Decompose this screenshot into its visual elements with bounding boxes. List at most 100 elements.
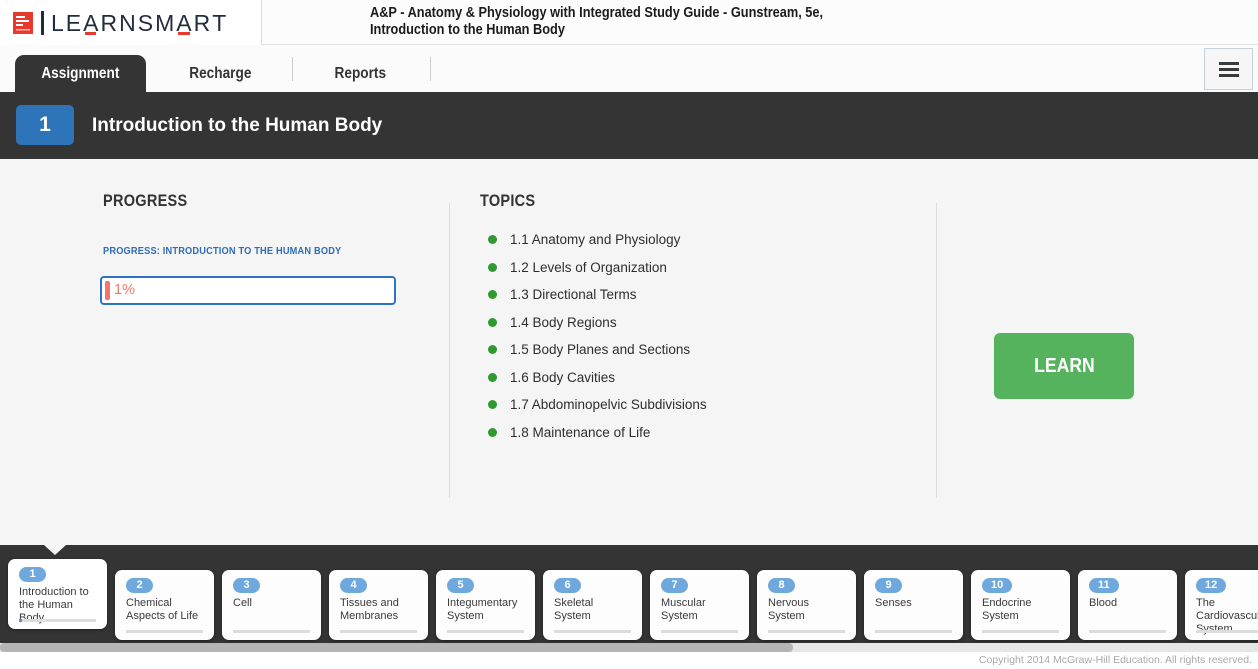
chapter-card-title: Endocrine System — [982, 597, 1059, 623]
carousel-scrollbar-thumb[interactable] — [0, 643, 793, 652]
tab-recharge-label: Recharge — [189, 55, 251, 92]
tab-reports[interactable]: Reports — [305, 55, 415, 92]
chapter-card-progress-bar — [19, 619, 96, 622]
chapter-card-1[interactable]: 1Introduction to the Human Body — [8, 559, 107, 629]
chapter-card-5[interactable]: 5Integumentary System — [436, 570, 535, 640]
hamburger-icon — [1219, 62, 1239, 65]
tab-recharge[interactable]: Recharge — [165, 55, 275, 92]
chapter-card-3[interactable]: 3 Cell — [222, 570, 321, 640]
app-header: LEARNSMART A&P - Anatomy & Physiology wi… — [0, 0, 1258, 45]
topic-item: 1.1 Anatomy and Physiology — [488, 226, 707, 254]
chapter-card-progress-bar — [233, 630, 310, 633]
column-divider — [449, 203, 450, 498]
chapter-card-9[interactable]: 9 Senses — [864, 570, 963, 640]
tab-bar: Assignment Recharge Reports — [0, 45, 1258, 92]
course-title: A&P - Anatomy & Physiology with Integrat… — [370, 5, 823, 39]
chapter-card-title: Integumentary System — [447, 597, 524, 623]
mcgraw-hill-logo-icon — [13, 12, 33, 34]
tab-reports-label: Reports — [334, 55, 386, 92]
chapter-card-7[interactable]: 7Muscular System — [650, 570, 749, 640]
chapter-card-number-badge: 4 — [340, 578, 367, 593]
chapter-card-progress-bar — [1089, 630, 1166, 633]
topic-item: 1.8 Maintenance of Life — [488, 419, 707, 447]
chapter-card-8[interactable]: 8Nervous System — [757, 570, 856, 640]
chapter-card-title: Blood — [1089, 597, 1166, 610]
logo-letter: R — [194, 11, 213, 35]
chapter-card-6[interactable]: 6Skeletal System — [543, 570, 642, 640]
logo-letter: T — [212, 11, 228, 35]
active-chapter-pointer — [44, 545, 66, 555]
topic-item: 1.4 Body Regions — [488, 309, 707, 337]
topic-item: 1.6 Body Cavities — [488, 364, 707, 392]
tab-assignment[interactable]: Assignment — [15, 55, 146, 92]
topic-bullet-icon — [488, 235, 497, 244]
chapter-card-title: Cell — [233, 597, 310, 610]
topics-section-heading: TOPICS — [480, 192, 535, 211]
chapter-card-title: Tissues and Membranes — [340, 597, 417, 623]
chapter-card-number-badge: 1 — [19, 567, 46, 582]
chapter-card-number-badge: 9 — [875, 578, 902, 593]
chapter-card-progress-bar — [982, 630, 1059, 633]
chapter-card-4[interactable]: 4 Tissues and Membranes — [329, 570, 428, 640]
hamburger-menu-button[interactable] — [1204, 48, 1253, 90]
topic-bullet-icon — [488, 318, 497, 327]
chapter-card-12[interactable]: 12The Cardiovascular System — [1185, 570, 1258, 640]
course-title-line2: Introduction to the Human Body — [370, 22, 823, 39]
chapter-banner-title: Introduction to the Human Body — [92, 92, 382, 159]
logo-letter: E — [66, 11, 83, 35]
progress-bar-fill — [105, 281, 110, 300]
topic-bullet-icon — [488, 428, 497, 437]
chapter-card-number-badge: 11 — [1089, 578, 1119, 593]
topic-item: 1.2 Levels of Organization — [488, 254, 707, 282]
chapter-number-badge: 1 — [16, 105, 74, 145]
logo-letter: N — [119, 11, 138, 35]
topic-label: 1.4 Body Regions — [510, 315, 617, 330]
logo-letter: S — [138, 11, 155, 35]
topic-item: 1.3 Directional Terms — [488, 281, 707, 309]
chapter-card-progress-bar — [1196, 630, 1258, 633]
progress-value: 1% — [114, 278, 135, 303]
topics-list: 1.1 Anatomy and Physiology 1.2 Levels of … — [488, 226, 707, 446]
chapter-card-2[interactable]: 2 Chemical Aspects of Life — [115, 570, 214, 640]
tab-assignment-label: Assignment — [41, 55, 119, 92]
main-content: PROGRESS PROGRESS: INTRODUCTION TO THE H… — [0, 159, 1258, 545]
chapter-card-11[interactable]: 11 Blood — [1078, 570, 1177, 640]
chapter-card-progress-bar — [661, 630, 738, 633]
logo-wordmark: LEARNSMART — [51, 11, 228, 35]
chapter-card-number-badge: 2 — [126, 578, 153, 593]
chapter-card-number-badge: 3 — [233, 578, 260, 593]
topic-item: 1.5 Body Planes and Sections — [488, 336, 707, 364]
chapter-card-progress-bar — [340, 630, 417, 633]
logo-letter: M — [155, 11, 176, 35]
chapter-card-progress-bar — [875, 630, 952, 633]
chapter-card-progress-bar — [768, 630, 845, 633]
learnsmart-app: LEARNSMART A&P - Anatomy & Physiology wi… — [0, 0, 1258, 669]
logo-letter: R — [100, 11, 119, 35]
topic-label: 1.5 Body Planes and Sections — [510, 342, 690, 357]
learnsmart-logo: LEARNSMART — [0, 0, 262, 45]
chapter-banner: 1 Introduction to the Human Body — [0, 92, 1258, 159]
topic-label: 1.3 Directional Terms — [510, 287, 637, 302]
course-title-line1: A&P - Anatomy & Physiology with Integrat… — [370, 5, 823, 22]
chapter-card-progress-fill — [19, 619, 22, 622]
topic-label: 1.2 Levels of Organization — [510, 260, 667, 275]
progress-bar: 1% — [100, 276, 396, 305]
chapter-card-number-badge: 7 — [661, 578, 688, 593]
chapter-card-title: Nervous System — [768, 597, 845, 623]
chapter-card-number-badge: 12 — [1196, 578, 1226, 593]
topic-label: 1.6 Body Cavities — [510, 370, 615, 385]
chapter-card-title: Chemical Aspects of Life — [126, 597, 203, 623]
chapter-carousel: 1Introduction to the Human Body 2 Chemical… — [0, 545, 1258, 643]
progress-label: PROGRESS: INTRODUCTION TO THE HUMAN BODY — [103, 245, 341, 257]
tab-separator — [292, 57, 293, 81]
progress-section-heading: PROGRESS — [103, 192, 187, 211]
topic-label: 1.1 Anatomy and Physiology — [510, 232, 680, 247]
carousel-scrollbar-track[interactable] — [0, 643, 1258, 652]
chapter-card-progress-bar — [126, 630, 203, 633]
chapter-card-title: Senses — [875, 597, 952, 610]
chapter-card-10[interactable]: 10Endocrine System — [971, 570, 1070, 640]
learn-button[interactable]: LEARN — [994, 333, 1134, 399]
tab-separator — [430, 57, 431, 81]
topic-label: 1.8 Maintenance of Life — [510, 425, 650, 440]
logo-letter: L — [51, 11, 66, 35]
